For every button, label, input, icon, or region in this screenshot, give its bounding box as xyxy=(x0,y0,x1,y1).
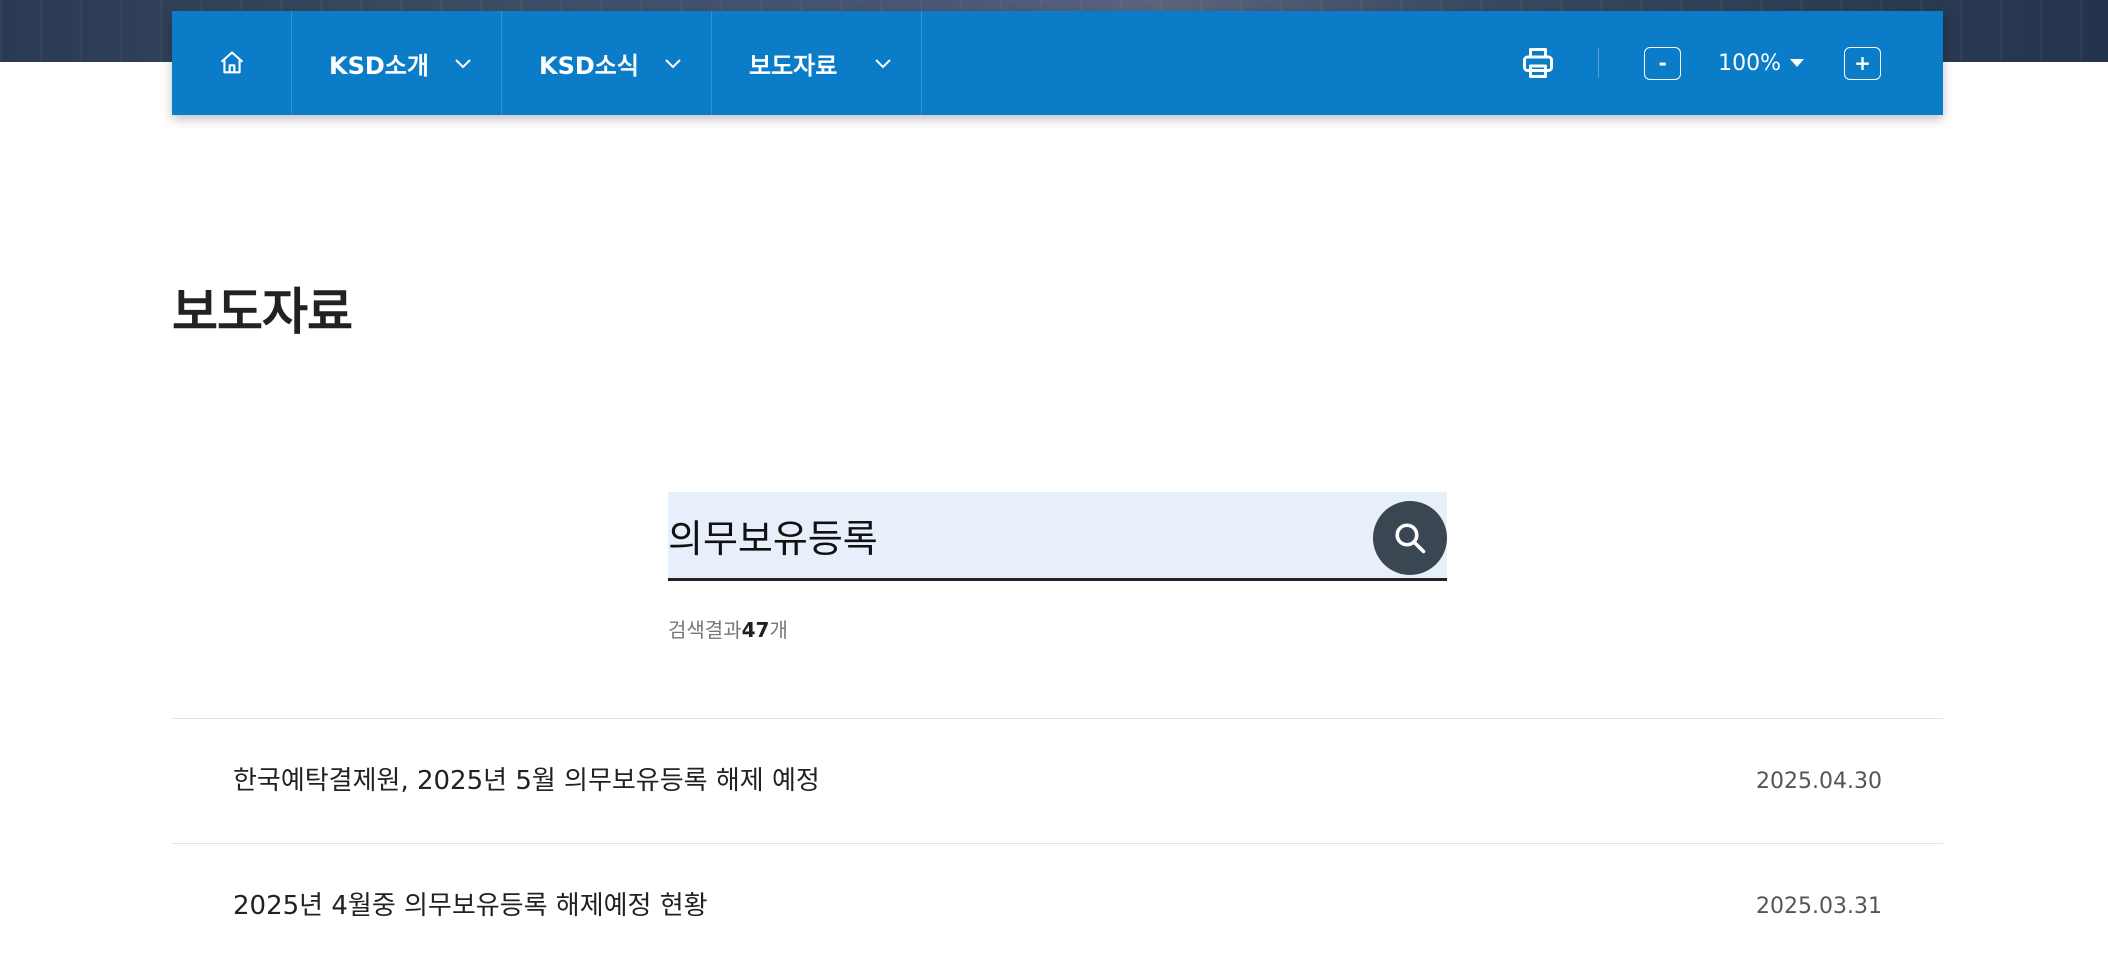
list-item[interactable]: 2025년 4월중 의무보유등록 해제예정 현황 2025.03.31 xyxy=(172,843,1943,967)
zoom-in-button[interactable]: + xyxy=(1844,46,1881,80)
tool-divider xyxy=(1598,48,1600,78)
list-item-title[interactable]: 2025년 4월중 의무보유등록 해제예정 현황 xyxy=(233,885,708,922)
printer-icon xyxy=(1523,48,1554,78)
page-title: 보도자료 xyxy=(172,283,353,341)
search-button[interactable] xyxy=(1373,501,1447,575)
home-icon xyxy=(220,51,243,74)
nav-tools: - 100% + xyxy=(1518,11,1943,115)
chevron-down-icon xyxy=(875,59,891,69)
home-button[interactable] xyxy=(172,11,292,115)
top-navigation-bar: KSD소개 KSD소식 보도자료 - 100% + xyxy=(172,11,1943,115)
chevron-down-icon xyxy=(455,59,471,69)
search-icon xyxy=(1395,523,1426,554)
nav-menu-press-release[interactable]: 보도자료 xyxy=(712,11,922,115)
list-item-date: 2025.03.31 xyxy=(1756,893,1882,919)
nav-menu-label: 보도자료 xyxy=(749,51,838,80)
zoom-level-select[interactable]: 100% xyxy=(1718,51,1804,76)
search-result-count: 검색결과47개 xyxy=(668,614,788,643)
result-count-prefix: 검색결과 xyxy=(668,618,742,642)
list-item[interactable]: 한국예탁결제원, 2025년 5월 의무보유등록 해제 예정 2025.04.3… xyxy=(172,718,1943,843)
print-button[interactable] xyxy=(1518,43,1558,83)
nav-menu-ksd-news[interactable]: KSD소식 xyxy=(502,11,712,115)
chevron-down-icon xyxy=(665,59,681,69)
nav-menu-ksd-intro[interactable]: KSD소개 xyxy=(292,11,502,115)
list-item-title[interactable]: 한국예탁결제원, 2025년 5월 의무보유등록 해제 예정 xyxy=(233,760,820,797)
search-box xyxy=(668,492,1447,581)
zoom-out-button[interactable]: - xyxy=(1644,46,1682,80)
press-release-list: 한국예탁결제원, 2025년 5월 의무보유등록 해제 예정 2025.04.3… xyxy=(172,718,1943,967)
zoom-level-value: 100% xyxy=(1718,50,1781,76)
result-count-number: 47 xyxy=(741,618,770,642)
nav-menu-label: KSD소개 xyxy=(329,51,429,80)
caret-down-icon xyxy=(1790,59,1804,67)
list-item-date: 2025.04.30 xyxy=(1756,768,1882,794)
search-input[interactable] xyxy=(668,492,1358,578)
result-count-suffix: 개 xyxy=(769,618,788,642)
nav-menu-label: KSD소식 xyxy=(539,51,639,80)
